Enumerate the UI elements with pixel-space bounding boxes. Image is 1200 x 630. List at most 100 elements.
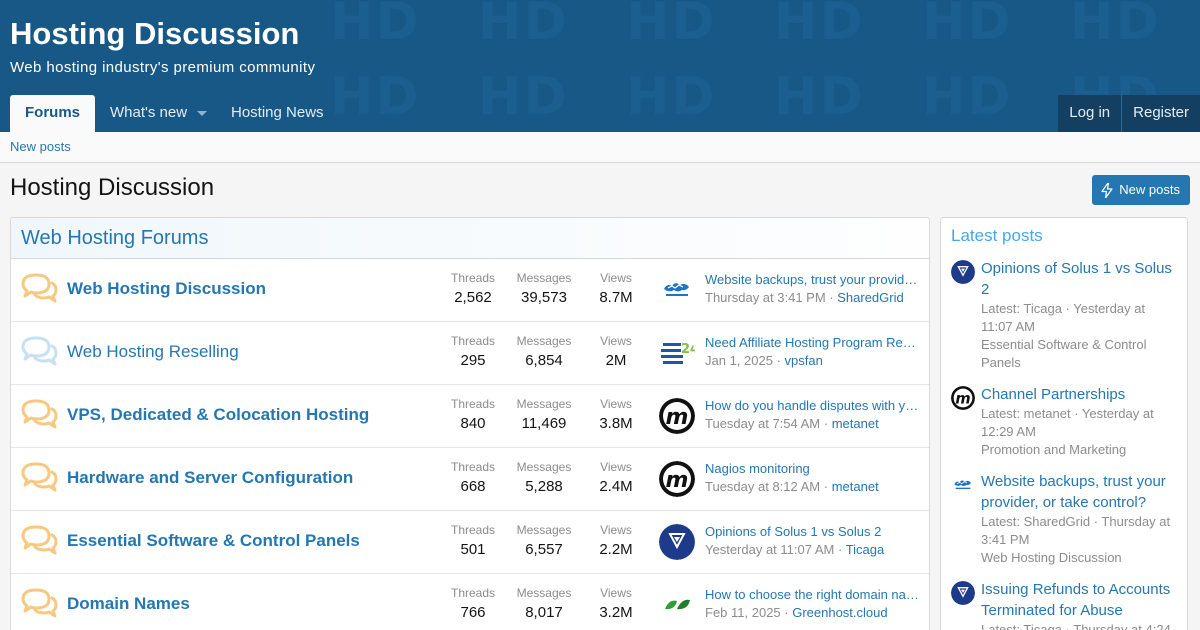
post-author-avatar[interactable] bbox=[951, 260, 975, 284]
latest-post-title[interactable]: Channel Partnerships bbox=[981, 384, 1177, 405]
messages-label: Messages bbox=[516, 271, 572, 285]
messages-stat: Messages 6,557 bbox=[511, 523, 577, 558]
last-post-date[interactable]: Tuesday at 8:12 AM bbox=[705, 479, 820, 494]
forum-title[interactable]: Web Hosting Reselling bbox=[67, 342, 239, 362]
last-poster-avatar[interactable]: m bbox=[659, 461, 695, 497]
messages-stat: Messages 39,573 bbox=[511, 271, 577, 306]
login-button[interactable]: Log in bbox=[1058, 95, 1121, 132]
svg-text:m: m bbox=[955, 390, 970, 407]
forum-category-block: Web Hosting Forums Web Hosting Discussio… bbox=[10, 217, 930, 630]
messages-count: 8,017 bbox=[525, 604, 563, 621]
last-thread-link[interactable]: Opinions of Solus 1 vs Solus 2 bbox=[705, 524, 919, 539]
messages-stat: Messages 6,854 bbox=[511, 334, 577, 369]
threads-count: 840 bbox=[460, 415, 486, 432]
speech-bubbles-icon bbox=[20, 587, 58, 619]
latest-post-forum[interactable]: Essential Software & Control Panels bbox=[981, 336, 1177, 372]
threads-stat: Threads 501 bbox=[441, 523, 505, 558]
last-poster-avatar[interactable]: 24 bbox=[659, 335, 695, 371]
watermark-text: HD bbox=[330, 0, 421, 52]
post-author-avatar[interactable] bbox=[951, 473, 975, 497]
last-thread-link[interactable]: Website backups, trust your provider, or… bbox=[705, 272, 919, 287]
last-poster-name[interactable]: SharedGrid bbox=[837, 290, 903, 305]
views-count: 3.2M bbox=[599, 604, 633, 621]
last-poster-name[interactable]: vpsfan bbox=[785, 353, 823, 368]
last-post-meta: Thursday at 3:41 PM · SharedGrid bbox=[705, 290, 904, 305]
speech-bubbles-icon bbox=[20, 461, 58, 493]
latest-posts-heading[interactable]: Latest posts bbox=[941, 218, 1187, 258]
last-post-date[interactable]: Jan 1, 2025 bbox=[705, 353, 773, 368]
tab-forums[interactable]: Forums bbox=[10, 95, 96, 132]
site-title[interactable]: Hosting Discussion bbox=[10, 16, 299, 52]
latest-posts-widget: Latest posts Opinions of Solus 1 vs Solu… bbox=[940, 217, 1188, 630]
last-thread-link[interactable]: How do you handle disputes with your cli… bbox=[705, 398, 919, 413]
latest-post-forum[interactable]: Promotion and Marketing bbox=[981, 441, 1177, 459]
latest-post-title[interactable]: Issuing Refunds to Accounts Terminated f… bbox=[981, 579, 1177, 621]
site-tagline: Web hosting industry's premium community bbox=[10, 59, 316, 76]
last-thread-link[interactable]: How to choose the right domain name for … bbox=[705, 587, 919, 602]
watermark-text: HD bbox=[478, 0, 569, 52]
views-label: Views bbox=[600, 523, 632, 537]
last-post-date[interactable]: Feb 11, 2025 bbox=[705, 605, 781, 620]
speech-bubbles-icon bbox=[20, 398, 58, 430]
subnav-new-posts-link[interactable]: New posts bbox=[10, 139, 71, 154]
tab-hosting-news[interactable]: Hosting News bbox=[216, 95, 339, 132]
post-author-avatar[interactable] bbox=[951, 581, 975, 605]
views-label: Views bbox=[600, 334, 632, 348]
forum-node-list: Web Hosting Discussion Threads 2,562 Messag… bbox=[11, 259, 929, 630]
lightning-icon bbox=[1101, 182, 1113, 198]
latest-post-title[interactable]: Website backups, trust your provider, or… bbox=[981, 471, 1177, 513]
last-thread-link[interactable]: Nagios monitoring bbox=[705, 461, 919, 476]
chevron-down-icon[interactable] bbox=[197, 110, 208, 116]
forum-node-row: Web Hosting Discussion Threads 2,562 Messag… bbox=[11, 259, 929, 322]
threads-stat: Threads 766 bbox=[441, 586, 505, 621]
last-post-date[interactable]: Thursday at 3:41 PM bbox=[705, 290, 826, 305]
views-count: 2.4M bbox=[599, 478, 633, 495]
views-stat: Views 3.2M bbox=[591, 586, 641, 621]
views-count: 2.2M bbox=[599, 541, 633, 558]
last-poster-avatar[interactable] bbox=[659, 272, 695, 308]
forum-title[interactable]: Domain Names bbox=[67, 594, 190, 614]
last-thread-link[interactable]: Need Affiliate Hosting Program Recommend… bbox=[705, 335, 919, 350]
new-posts-button[interactable]: New posts bbox=[1092, 175, 1190, 205]
threads-count: 766 bbox=[460, 604, 486, 621]
last-poster-name[interactable]: Greenhost.cloud bbox=[792, 605, 887, 620]
svg-text:m: m bbox=[666, 468, 689, 493]
register-button[interactable]: Register bbox=[1121, 95, 1200, 132]
post-author-avatar[interactable]: m bbox=[951, 386, 975, 410]
threads-stat: Threads 2,562 bbox=[441, 271, 505, 306]
threads-stat: Threads 295 bbox=[441, 334, 505, 369]
category-title[interactable]: Web Hosting Forums bbox=[21, 218, 919, 258]
last-poster-avatar[interactable] bbox=[659, 587, 695, 623]
threads-label: Threads bbox=[450, 397, 496, 411]
speech-bubbles-read-icon bbox=[20, 335, 58, 367]
last-poster-avatar[interactable] bbox=[659, 524, 695, 560]
views-label: Views bbox=[600, 460, 632, 474]
latest-post-title[interactable]: Opinions of Solus 1 vs Solus 2 bbox=[981, 258, 1177, 300]
views-stat: Views 2.4M bbox=[591, 460, 641, 495]
forum-title[interactable]: Web Hosting Discussion bbox=[67, 279, 266, 299]
forum-node-row: VPS, Dedicated & Colocation Hosting Threa… bbox=[11, 385, 929, 448]
forum-title[interactable]: Hardware and Server Configuration bbox=[67, 468, 353, 488]
last-poster-name[interactable]: Ticaga bbox=[846, 542, 885, 557]
threads-count: 295 bbox=[460, 352, 486, 369]
last-post-date[interactable]: Tuesday at 7:54 AM bbox=[705, 416, 820, 431]
latest-post-forum[interactable]: Web Hosting Discussion bbox=[981, 549, 1177, 567]
forum-node-row: Domain Names Threads 766 Messages 8,017 Views… bbox=[11, 574, 929, 630]
views-stat: Views 8.7M bbox=[591, 271, 641, 306]
messages-count: 11,469 bbox=[521, 415, 567, 432]
threads-count: 501 bbox=[460, 541, 486, 558]
messages-count: 5,288 bbox=[525, 478, 563, 495]
forum-title[interactable]: Essential Software & Control Panels bbox=[67, 531, 360, 551]
threads-stat: Threads 668 bbox=[441, 460, 505, 495]
forum-node-row: Essential Software & Control Panels Threa… bbox=[11, 511, 929, 574]
last-poster-name[interactable]: metanet bbox=[832, 479, 879, 494]
last-post-date[interactable]: Yesterday at 11:07 AM bbox=[705, 542, 834, 557]
messages-label: Messages bbox=[516, 397, 572, 411]
messages-stat: Messages 5,288 bbox=[511, 460, 577, 495]
forum-title[interactable]: VPS, Dedicated & Colocation Hosting bbox=[67, 405, 369, 425]
threads-stat: Threads 840 bbox=[441, 397, 505, 432]
tab-whats-new[interactable]: What's new bbox=[95, 95, 222, 132]
account-links: Log in Register bbox=[1058, 95, 1200, 132]
last-poster-avatar[interactable]: m bbox=[659, 398, 695, 434]
last-poster-name[interactable]: metanet bbox=[832, 416, 879, 431]
